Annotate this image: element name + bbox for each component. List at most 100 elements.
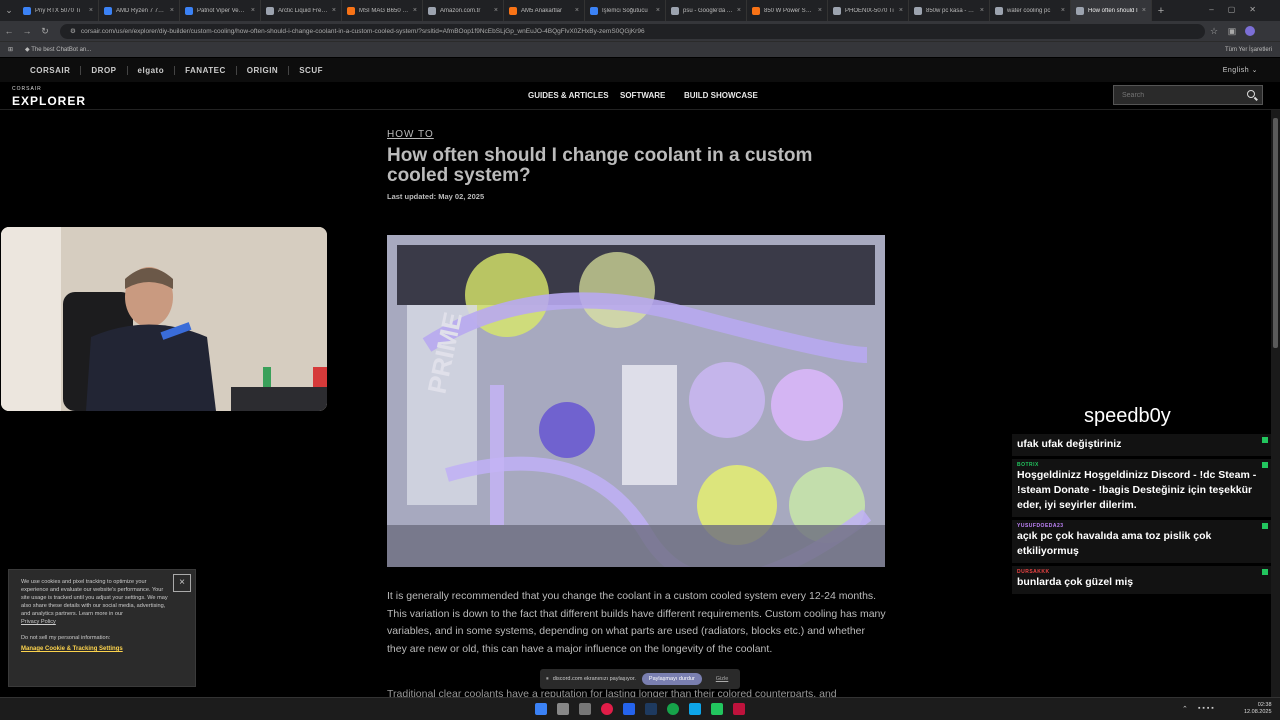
new-tab-button[interactable]: + <box>1152 5 1170 17</box>
opera-icon[interactable] <box>601 703 613 715</box>
chrome-icon[interactable] <box>667 703 679 715</box>
browser-tab[interactable]: PHOENIX-5070 Ti × <box>828 0 909 21</box>
window-controls[interactable]: –▢✕ <box>1209 5 1270 14</box>
chat-badge-icon <box>1262 569 1268 575</box>
nav-build-showcase[interactable]: BUILD SHOWCASE <box>684 91 758 100</box>
tab-label: PHOENIX-5070 Ti <box>845 7 894 14</box>
reload-icon[interactable]: ↻ <box>36 26 54 37</box>
tray-chevron-icon[interactable]: ⌃ <box>1182 705 1188 713</box>
brand-link-corsair[interactable]: CORSAIR <box>20 65 82 75</box>
mail-icon[interactable] <box>623 703 635 715</box>
site-info-icon[interactable]: ⚙ <box>70 27 76 35</box>
tab-close-icon[interactable]: × <box>494 7 498 14</box>
tab-favicon-icon <box>428 6 436 15</box>
chat-badge-icon <box>1262 437 1268 443</box>
tab-favicon-icon <box>185 6 193 15</box>
browser-tab[interactable]: Pny RTX 5070 Ti × <box>18 0 99 21</box>
url-field[interactable]: ⚙ corsair.com/us/en/explorer/diy-builder… <box>60 23 1205 39</box>
forward-icon[interactable]: → <box>18 26 36 36</box>
browser-tab[interactable]: AMD Ryzen 7 7800X3D× <box>99 0 180 21</box>
chat-text: açık pc çok havalıda ama toz pislik çok … <box>1017 530 1212 557</box>
app-icon[interactable] <box>689 703 701 715</box>
brand-link-fanatec[interactable]: FANATEC <box>175 65 237 75</box>
browser-tab[interactable]: AM5 Anakartlar × <box>504 0 585 21</box>
tab-close-icon[interactable]: × <box>251 7 255 14</box>
tray-icons[interactable]: ▪ ▪ ▪ ▪ <box>1198 705 1214 712</box>
brand-link-origin[interactable]: ORIGIN <box>237 65 290 75</box>
browser-tab[interactable]: MSI MAG B650 Tomahawk× <box>342 0 423 21</box>
language-select[interactable]: English ⌄ <box>1223 66 1258 74</box>
search-icon[interactable] <box>1247 90 1255 98</box>
brand-link-drop[interactable]: DROP <box>81 65 128 75</box>
pause-icon: ⏸ <box>546 675 549 682</box>
tab-label: 850w pc kasa - Google <box>926 7 977 14</box>
steam-icon[interactable] <box>645 703 657 715</box>
explorer-logo[interactable]: CORSAIR EXPLORER <box>12 86 86 110</box>
browser-tab[interactable]: Arctic Liquid Freezer × <box>261 0 342 21</box>
app2-icon[interactable] <box>733 703 745 715</box>
back-icon[interactable]: ← <box>0 26 18 36</box>
stop-sharing-button[interactable]: Paylaşmayı durdur <box>641 673 702 685</box>
tab-label: Arctic Liquid Freezer <box>278 7 329 14</box>
chat-message: DURSAKKK bunlarda çok güzel miş <box>1012 566 1272 594</box>
tab-favicon-icon <box>590 6 598 15</box>
browser-tab[interactable]: 850 W Power Supply × <box>747 0 828 21</box>
article-category-link[interactable]: HOW TO <box>387 129 434 140</box>
bookmark-star-icon[interactable]: ☆ <box>1205 26 1223 37</box>
browser-tab[interactable]: psu - Google'da Ara × <box>666 0 747 21</box>
browser-tab[interactable]: Amazon.com.tr × <box>423 0 504 21</box>
taskbar: ⌃ ▪ ▪ ▪ ▪ 02:38 12.08.2025 <box>0 697 1280 720</box>
browser-tab-bar: ⌄ Pny RTX 5070 Ti×AMD Ryzen 7 7800X3D×Pa… <box>0 0 1280 21</box>
spotify-icon[interactable] <box>711 703 723 715</box>
nav-software[interactable]: SOFTWARE <box>620 91 665 100</box>
chat-text: ufak ufak değiştiriniz <box>1017 438 1122 450</box>
nav-guides-articles[interactable]: GUIDES & ARTICLES <box>528 91 609 100</box>
do-not-sell-label: Do not sell my personal information: <box>21 635 111 641</box>
tab-label: İşlemci Soğutucu <box>602 7 648 14</box>
clock[interactable]: 02:38 12.08.2025 <box>1244 702 1272 716</box>
tab-search-icon[interactable]: ⌄ <box>0 5 18 16</box>
search-input[interactable] <box>1113 85 1263 105</box>
manage-cookie-settings-link[interactable]: Manage Cookie & Tracking Settings <box>21 646 123 652</box>
browser-tab[interactable]: How often should I × <box>1071 0 1152 21</box>
tab-close-icon[interactable]: × <box>899 7 903 14</box>
webcam-overlay <box>1 227 327 411</box>
tab-favicon-icon <box>347 6 355 15</box>
browser-tab[interactable]: water cooling pc × <box>990 0 1071 21</box>
extensions-icon[interactable]: ▣ <box>1223 26 1241 37</box>
tab-close-icon[interactable]: × <box>170 7 174 14</box>
brand-link-scuf[interactable]: SCUF <box>289 66 333 75</box>
browser-tab[interactable]: Patriot Viper Venom × <box>180 0 261 21</box>
tab-close-icon[interactable]: × <box>332 7 336 14</box>
browser-tab[interactable]: İşlemci Soğutucu × <box>585 0 666 21</box>
tab-close-icon[interactable]: × <box>818 7 822 14</box>
webcam-person-image <box>1 227 327 411</box>
url-text: corsair.com/us/en/explorer/diy-builder/c… <box>80 27 645 35</box>
tab-favicon-icon <box>23 6 31 15</box>
stream-chat: ufak ufak değiştiriniz BOTRIX Hoşgeldinizz… <box>1012 434 1272 597</box>
tab-close-icon[interactable]: × <box>413 7 417 14</box>
tab-close-icon[interactable]: × <box>1061 7 1065 14</box>
tab-close-icon[interactable]: × <box>1142 7 1146 14</box>
tab-label: AMD Ryzen 7 7800X3D <box>116 7 167 14</box>
tab-close-icon[interactable]: × <box>980 7 984 14</box>
tab-label: Amazon.com.tr <box>440 7 481 14</box>
tab-label: Patriot Viper Venom <box>197 7 248 14</box>
apps-icon[interactable]: ⊞ <box>8 46 13 53</box>
bookmark-item[interactable]: ◆ The best ChatBot an... <box>25 46 91 53</box>
tab-close-icon[interactable]: × <box>575 7 579 14</box>
all-bookmarks[interactable]: Tüm Yer İşaretleri <box>1225 47 1272 53</box>
privacy-policy-link[interactable]: Privacy Policy <box>21 619 56 625</box>
scrollbar-thumb[interactable] <box>1273 118 1278 348</box>
browser-tab[interactable]: 850w pc kasa - Google× <box>909 0 990 21</box>
tab-close-icon[interactable]: × <box>656 7 660 14</box>
close-icon[interactable]: × <box>173 574 191 592</box>
brand-link-elgato[interactable]: elgato <box>128 65 176 75</box>
tab-close-icon[interactable]: × <box>89 7 93 14</box>
tab-close-icon[interactable]: × <box>737 7 741 14</box>
hide-share-bar-link[interactable]: Gizle <box>716 676 729 682</box>
search-taskbar-icon[interactable] <box>557 703 569 715</box>
profile-avatar[interactable] <box>1245 26 1255 36</box>
file-explorer-icon[interactable] <box>579 703 591 715</box>
start-icon[interactable] <box>535 703 547 715</box>
